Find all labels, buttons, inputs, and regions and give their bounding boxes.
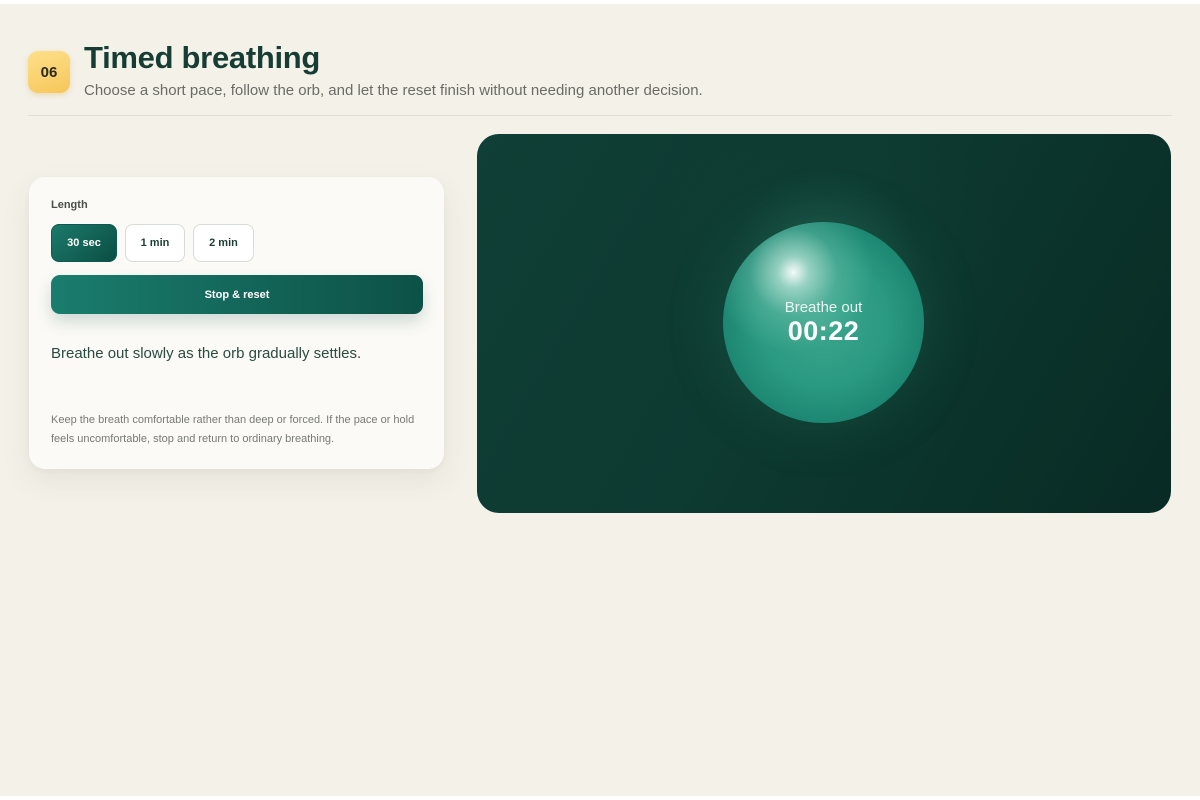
breathing-stage: Breathe out 00:22 [477, 134, 1171, 513]
stop-reset-button[interactable]: Stop & reset [51, 275, 423, 314]
safety-note: Keep the breath comfortable rather than … [51, 414, 415, 445]
breath-phase-label: Breathe out [784, 299, 863, 316]
breathing-instruction: Breathe out slowly as the orb gradually … [51, 345, 362, 362]
step-badge: 06 [28, 51, 70, 93]
page-header: 06 Timed breathing Choose a short pace, … [28, 38, 1172, 116]
page-title: Timed breathing [84, 40, 321, 75]
length-label: Length [51, 199, 88, 211]
controls-panel: Length 30 sec 1 min 2 min Stop & reset B… [29, 177, 444, 469]
countdown-timer: 00:22 [787, 316, 860, 346]
breathing-orb: Breathe out 00:22 [723, 222, 924, 423]
page-subtitle: Choose a short pace, follow the orb, and… [84, 82, 703, 99]
length-option-30-sec[interactable]: 30 sec [51, 224, 117, 262]
length-option-2-min[interactable]: 2 min [193, 224, 254, 262]
page: 06 Timed breathing Choose a short pace, … [0, 0, 1200, 800]
length-option-1-min[interactable]: 1 min [125, 224, 185, 262]
